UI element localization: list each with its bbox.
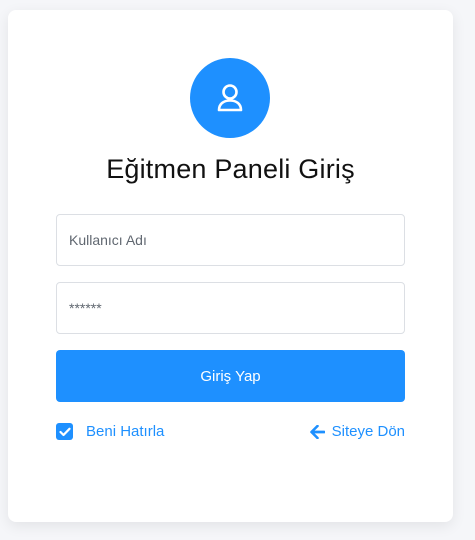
avatar <box>190 58 270 138</box>
user-icon <box>217 84 243 112</box>
page-title: Eğitmen Paneli Giriş <box>106 154 355 184</box>
remember-me-checkbox[interactable]: Beni Hatırla <box>56 423 164 440</box>
checkmark-icon[interactable] <box>56 423 73 440</box>
login-button[interactable]: Giriş Yap <box>56 350 405 402</box>
arrow-left-icon <box>309 424 325 439</box>
back-to-site-label: Siteye Dön <box>331 423 405 440</box>
back-to-site-link[interactable]: Siteye Dön <box>309 423 405 440</box>
remember-me-label: Beni Hatırla <box>86 423 165 440</box>
username-input[interactable] <box>56 214 405 266</box>
password-input[interactable] <box>56 282 405 334</box>
login-card: Eğitmen Paneli Giriş Giriş Yap Beni Hatı… <box>8 10 453 522</box>
